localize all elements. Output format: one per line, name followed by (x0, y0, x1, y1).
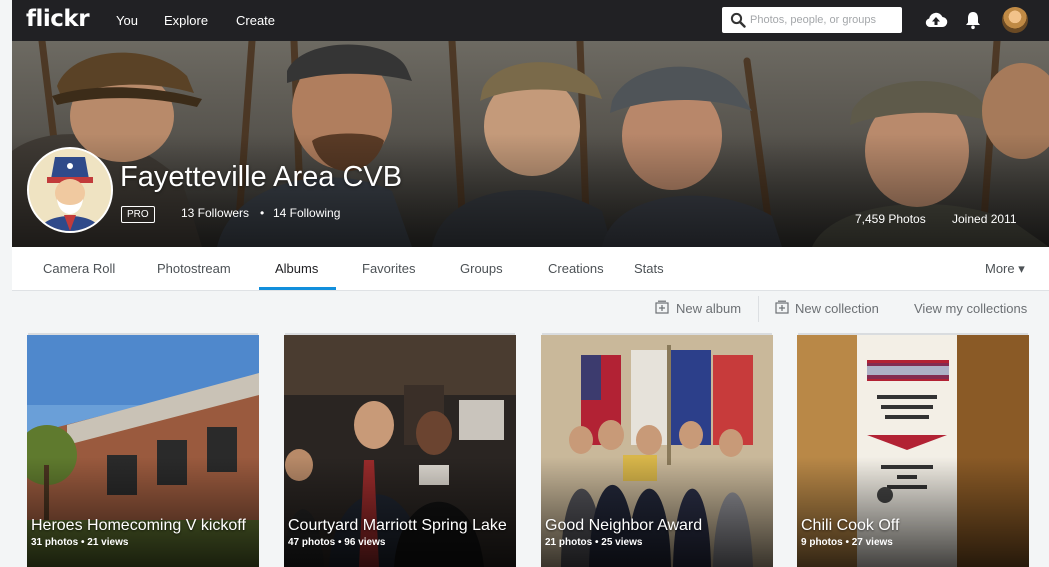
tab-camera-roll[interactable]: Camera Roll (43, 261, 115, 276)
new-collection-icon[interactable] (775, 300, 789, 314)
more-menu-button[interactable]: More ▾ (985, 261, 1025, 277)
album-title: Chili Cook Off (801, 517, 900, 534)
followers-separator: • (260, 206, 265, 220)
album-shade (541, 457, 773, 567)
action-divider (758, 296, 759, 322)
followers-count[interactable]: 13 Followers (181, 206, 249, 220)
profile-name: Fayetteville Area CVB (120, 161, 403, 193)
album-card[interactable]: Good Neighbor Award 21 photos • 25 views (541, 335, 773, 567)
view-collections-link[interactable]: View my collections (914, 301, 1027, 316)
nav-explore[interactable]: Explore (164, 13, 208, 28)
album-card[interactable]: Courtyard Marriott Spring Lake 47 photos… (284, 335, 516, 567)
album-shade (27, 457, 259, 567)
album-title: Good Neighbor Award (545, 517, 703, 534)
album-stats: 31 photos • 21 views (31, 537, 129, 548)
new-collection-link[interactable]: New collection (795, 301, 879, 316)
photo-count: 7,459 Photos (855, 212, 926, 226)
new-album-icon[interactable] (655, 300, 669, 314)
tab-favorites[interactable]: Favorites (362, 261, 415, 276)
album-stats: 21 photos • 25 views (545, 537, 643, 548)
flickr-logo[interactable]: flickr (26, 6, 90, 32)
album-stats: 9 photos • 27 views (801, 537, 893, 548)
album-title: Heroes Homecoming V kickoff (31, 517, 246, 534)
pro-badge[interactable]: PRO (121, 206, 155, 223)
cover-photo: Fayetteville Area CVB PRO 13 Followers •… (12, 41, 1049, 247)
tab-groups[interactable]: Groups (460, 261, 503, 276)
upload-cloud-icon[interactable] (924, 10, 948, 30)
album-title: Courtyard Marriott Spring Lake (288, 517, 507, 534)
profile-tab-bar: Camera Roll Photostream Albums Favorites… (12, 247, 1049, 291)
album-stats: 47 photos • 96 views (288, 537, 386, 548)
nav-you[interactable]: You (116, 13, 138, 28)
active-tab-indicator (259, 287, 336, 290)
search-input[interactable] (750, 11, 898, 29)
nav-create[interactable]: Create (236, 13, 275, 28)
following-count[interactable]: 14 Following (273, 206, 340, 220)
search-box[interactable] (722, 7, 902, 33)
profile-avatar[interactable] (27, 147, 113, 233)
user-avatar[interactable] (1002, 7, 1028, 33)
album-card[interactable]: Chili Cook Off 9 photos • 27 views (797, 335, 1029, 567)
bell-icon[interactable] (964, 10, 982, 30)
tab-creations[interactable]: Creations (548, 261, 604, 276)
tab-stats[interactable]: Stats (634, 261, 664, 276)
new-album-link[interactable]: New album (676, 301, 741, 316)
search-icon[interactable] (730, 12, 746, 28)
tab-albums[interactable]: Albums (275, 261, 318, 276)
uncle-sam-avatar-image (29, 149, 111, 231)
album-card[interactable]: Heroes Homecoming V kickoff 31 photos • … (27, 335, 259, 567)
joined-date: Joined 2011 (952, 212, 1017, 226)
album-shade (797, 457, 1029, 567)
album-shade (284, 457, 516, 567)
tab-photostream[interactable]: Photostream (157, 261, 231, 276)
top-navigation-bar: flickr You Explore Create (12, 0, 1049, 41)
